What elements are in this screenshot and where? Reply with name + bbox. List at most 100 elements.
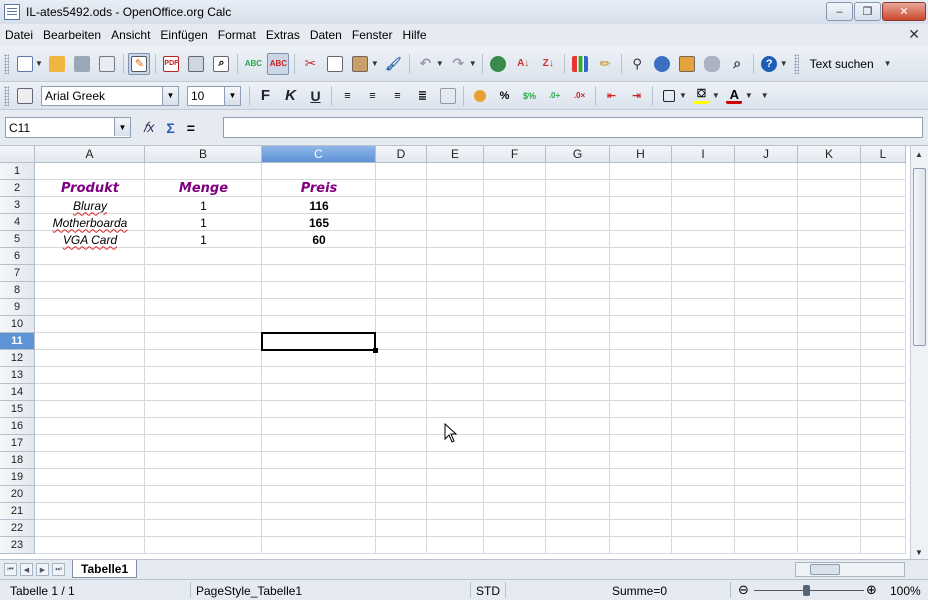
export-pdf-button[interactable]: PDF: [160, 53, 182, 75]
column-header-g[interactable]: G: [546, 146, 610, 163]
percent-button[interactable]: %: [494, 85, 516, 107]
first-sheet-icon[interactable]: ⏮: [4, 563, 17, 576]
row-header-13[interactable]: 13: [0, 367, 35, 384]
sheet-tab-tabelle1[interactable]: Tabelle1: [72, 560, 138, 578]
font-name-combo[interactable]: Arial Greek ▼: [41, 85, 179, 106]
decrease-indent-button[interactable]: ⇤: [601, 85, 623, 107]
find-text-label[interactable]: Text suchen: [810, 57, 874, 71]
cell-b4[interactable]: 1: [145, 214, 262, 231]
column-header-i[interactable]: I: [672, 146, 735, 163]
find-toolbar-overflow-icon[interactable]: ▼: [884, 59, 892, 68]
borders-button[interactable]: [658, 85, 680, 107]
cell-c3[interactable]: 116: [262, 197, 376, 214]
function-button[interactable]: =: [187, 120, 195, 136]
chevron-down-icon[interactable]: ▼: [224, 86, 240, 105]
row-header-19[interactable]: 19: [0, 469, 35, 486]
row-header-3[interactable]: 3: [0, 197, 35, 214]
font-color-button[interactable]: A: [723, 85, 745, 107]
cell-b5[interactable]: 1: [145, 231, 262, 248]
column-header-e[interactable]: E: [427, 146, 484, 163]
undo-button[interactable]: ↶: [414, 53, 436, 75]
row-header-2[interactable]: 2: [0, 180, 35, 197]
menu-fenster[interactable]: Fenster: [347, 28, 398, 42]
align-right-button[interactable]: ≡: [387, 85, 409, 107]
cell-a2[interactable]: Produkt: [35, 180, 145, 197]
selection-mode[interactable]: STD: [476, 584, 500, 598]
edit-file-button[interactable]: ✎: [128, 52, 151, 75]
menu-datei[interactable]: Datei: [0, 28, 38, 42]
toolbar-overflow-icon[interactable]: ▼: [780, 59, 788, 68]
align-center-button[interactable]: ≡: [362, 85, 384, 107]
zoom-button[interactable]: ⌕: [726, 53, 748, 75]
delete-decimal-button[interactable]: .0×: [569, 85, 591, 107]
find-replace-button[interactable]: ⚲: [626, 53, 648, 75]
maximize-button[interactable]: ❐: [854, 2, 881, 21]
toolbar-grip[interactable]: [793, 53, 799, 74]
prev-sheet-icon[interactable]: ◀: [20, 563, 33, 576]
active-cell-cursor[interactable]: [261, 332, 378, 353]
print-button[interactable]: [185, 53, 207, 75]
scroll-up-icon[interactable]: ▲: [915, 150, 923, 159]
row-header-11[interactable]: 11: [0, 333, 35, 350]
menu-format[interactable]: Format: [213, 28, 261, 42]
row-header-9[interactable]: 9: [0, 299, 35, 316]
row-header-6[interactable]: 6: [0, 248, 35, 265]
menu-bearbeiten[interactable]: Bearbeiten: [38, 28, 106, 42]
row-header-8[interactable]: 8: [0, 282, 35, 299]
open-button[interactable]: [46, 53, 68, 75]
save-button[interactable]: [71, 53, 93, 75]
row-header-14[interactable]: 14: [0, 384, 35, 401]
justify-button[interactable]: ≣: [412, 85, 434, 107]
font-color-dropdown-icon[interactable]: ▼: [745, 91, 753, 100]
gallery-button[interactable]: [676, 53, 698, 75]
row-header-5[interactable]: 5: [0, 231, 35, 248]
align-left-button[interactable]: ≡: [337, 85, 359, 107]
menu-hilfe[interactable]: Hilfe: [398, 28, 432, 42]
row-header-16[interactable]: 16: [0, 418, 35, 435]
spellcheck-button[interactable]: ABC: [242, 53, 264, 75]
chevron-down-icon[interactable]: ▼: [162, 86, 178, 105]
column-header-h[interactable]: H: [610, 146, 672, 163]
redo-dropdown-icon[interactable]: ▼: [469, 59, 477, 68]
row-header-22[interactable]: 22: [0, 520, 35, 537]
zoom-out-icon[interactable]: ⊖: [738, 582, 749, 598]
toolbar-grip[interactable]: [4, 53, 9, 74]
menu-extras[interactable]: Extras: [261, 28, 305, 42]
paste-dropdown-icon[interactable]: ▼: [371, 59, 379, 68]
column-header-k[interactable]: K: [798, 146, 861, 163]
help-button[interactable]: ?: [758, 53, 780, 75]
cell-a4[interactable]: Motherboarda: [35, 214, 145, 231]
row-header-18[interactable]: 18: [0, 452, 35, 469]
bold-button[interactable]: F: [255, 85, 277, 107]
autospellcheck-button[interactable]: ABC: [267, 52, 290, 75]
row-header-7[interactable]: 7: [0, 265, 35, 282]
copy-button[interactable]: [324, 53, 346, 75]
email-button[interactable]: [96, 53, 118, 75]
paste-button[interactable]: [349, 53, 371, 75]
next-sheet-icon[interactable]: ▶: [36, 563, 49, 576]
horizontal-scrollbar[interactable]: [795, 562, 905, 577]
last-sheet-icon[interactable]: ⏭: [52, 563, 65, 576]
chart-button[interactable]: [569, 53, 591, 75]
cell-b3[interactable]: 1: [145, 197, 262, 214]
sum-button[interactable]: Σ: [166, 120, 174, 136]
styles-formatting-button[interactable]: [14, 85, 36, 107]
toolbar-overflow-icon[interactable]: ▼: [761, 91, 769, 100]
italic-button[interactable]: K: [280, 85, 302, 107]
zoom-in-icon[interactable]: ⊕: [866, 582, 877, 598]
cell-c5[interactable]: 60: [262, 231, 376, 248]
row-header-10[interactable]: 10: [0, 316, 35, 333]
column-header-f[interactable]: F: [484, 146, 546, 163]
sum-display[interactable]: Summe=0: [612, 584, 667, 598]
cell-b2[interactable]: Menge: [145, 180, 262, 197]
new-document-button[interactable]: [14, 53, 36, 75]
document-close-button[interactable]: ✕: [908, 26, 920, 43]
undo-dropdown-icon[interactable]: ▼: [436, 59, 444, 68]
underline-button[interactable]: U: [305, 85, 327, 107]
new-dropdown-icon[interactable]: ▼: [35, 59, 43, 68]
spreadsheet-grid[interactable]: A B C D E F G H I J K L 1 2 3 4 5 6 7 8 9 10 11 12 13 14 15 16 17 18 1…: [0, 146, 928, 559]
minimize-button[interactable]: –: [826, 2, 853, 21]
column-header-d[interactable]: D: [376, 146, 427, 163]
column-header-l[interactable]: L: [861, 146, 906, 163]
vertical-scrollbar[interactable]: ▲ ▼: [910, 146, 928, 559]
